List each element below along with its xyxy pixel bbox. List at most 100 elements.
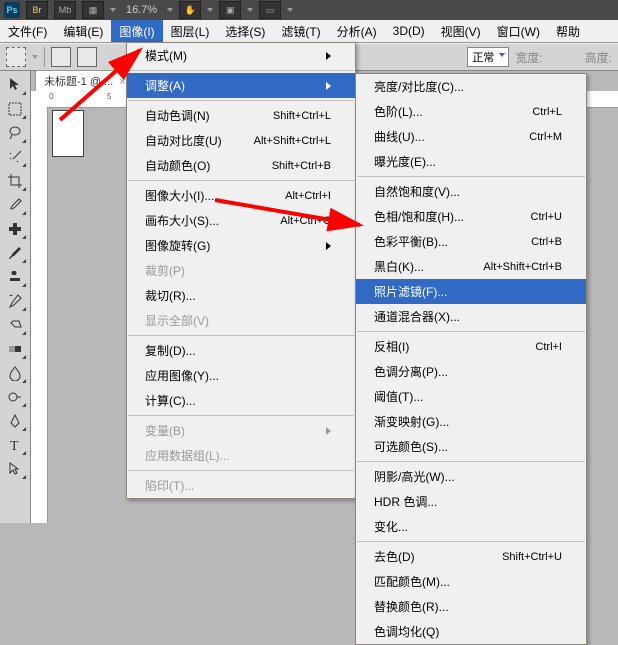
menu-apply-dataset: 应用数据组(L)... <box>127 443 355 468</box>
menu-brightness-contrast[interactable]: 亮度/对比度(C)... <box>356 74 586 99</box>
stamp-tool-icon[interactable] <box>3 266 27 288</box>
menu-shadows-highlights[interactable]: 阴影/高光(W)... <box>356 464 586 489</box>
menu-hue-sat[interactable]: 色相/饱和度(H)...Ctrl+U <box>356 204 586 229</box>
menu-auto-tone[interactable]: 自动色调(N)Shift+Ctrl+L <box>127 103 355 128</box>
dodge-tool-icon[interactable] <box>3 386 27 408</box>
mb-icon[interactable]: Mb <box>54 1 76 19</box>
menu-invert[interactable]: 反相(I)Ctrl+I <box>356 334 586 359</box>
document-canvas[interactable] <box>53 111 83 156</box>
drop-icon[interactable] <box>110 8 116 12</box>
menu-apply-image[interactable]: 应用图像(Y)... <box>127 363 355 388</box>
menu-file[interactable]: 文件(F) <box>0 20 55 42</box>
crop-tool-icon[interactable] <box>3 170 27 192</box>
eyedropper-tool-icon[interactable] <box>3 194 27 216</box>
menu-layer[interactable]: 图层(L) <box>163 20 218 42</box>
menu-exposure[interactable]: 曝光度(E)... <box>356 149 586 174</box>
screen-icon[interactable]: ▭ <box>259 1 281 19</box>
ruler-origin[interactable] <box>31 91 48 108</box>
gradient-tool-icon[interactable] <box>3 338 27 360</box>
menu-canvas-size[interactable]: 画布大小(S)...Alt+Ctrl+C <box>127 208 355 233</box>
separator <box>357 541 585 542</box>
menu-photo-filter[interactable]: 照片滤镜(F)... <box>356 279 586 304</box>
lasso-tool-icon[interactable] <box>3 122 27 144</box>
menu-3d[interactable]: 3D(D) <box>385 20 433 42</box>
hand-icon[interactable]: ✋ <box>179 1 201 19</box>
menu-adjustments[interactable]: 调整(A) <box>127 73 355 98</box>
bridge-icon[interactable]: Br <box>26 1 48 19</box>
menu-posterize[interactable]: 色调分离(P)... <box>356 359 586 384</box>
menu-calculations[interactable]: 计算(C)... <box>127 388 355 413</box>
menu-auto-color[interactable]: 自动颜色(O)Shift+Ctrl+B <box>127 153 355 178</box>
blur-tool-icon[interactable] <box>3 362 27 384</box>
pen-tool-icon[interactable] <box>3 410 27 432</box>
separator <box>128 415 354 416</box>
marquee-preset-icon[interactable] <box>6 47 26 67</box>
separator <box>357 331 585 332</box>
submenu-arrow-icon <box>326 82 331 90</box>
brush-tool-icon[interactable] <box>3 242 27 264</box>
menu-hdr-toning[interactable]: HDR 色调... <box>356 489 586 514</box>
menu-filter[interactable]: 滤镜(T) <box>273 20 328 42</box>
menu-edit[interactable]: 编辑(E) <box>55 20 111 42</box>
path-sel-icon[interactable] <box>3 458 27 480</box>
menu-replace-color[interactable]: 替换颜色(R)... <box>356 594 586 619</box>
height-label: 高度: <box>585 49 612 66</box>
menu-help[interactable]: 帮助 <box>548 20 588 42</box>
eraser-tool-icon[interactable] <box>3 314 27 336</box>
preset-drop-icon[interactable] <box>32 55 38 59</box>
menu-mode[interactable]: 模式(M) <box>127 43 355 68</box>
menu-view[interactable]: 视图(V) <box>433 20 489 42</box>
toolbox: T <box>0 71 31 523</box>
svg-text:T: T <box>10 439 19 453</box>
wand-tool-icon[interactable] <box>3 146 27 168</box>
document-tab[interactable]: 未标题-1 @ ...× <box>35 70 135 91</box>
marquee-tool-icon[interactable] <box>3 98 27 120</box>
menu-vibrance[interactable]: 自然饱和度(V)... <box>356 179 586 204</box>
menu-variations[interactable]: 变化... <box>356 514 586 539</box>
ruler-vertical <box>31 107 48 523</box>
history-brush-icon[interactable] <box>3 290 27 312</box>
menu-desaturate[interactable]: 去色(D)Shift+Ctrl+U <box>356 544 586 569</box>
type-tool-icon[interactable]: T <box>3 434 27 456</box>
menu-trim[interactable]: 裁切(R)... <box>127 283 355 308</box>
separator <box>128 70 354 71</box>
menu-image-size[interactable]: 图像大小(I)...Alt+Ctrl+I <box>127 183 355 208</box>
add-sel-icon[interactable] <box>77 47 97 67</box>
submenu-arrow-icon <box>326 242 331 250</box>
menu-crop: 裁剪(P) <box>127 258 355 283</box>
arrange-icon[interactable]: ▣ <box>219 1 241 19</box>
menu-selective-color[interactable]: 可选颜色(S)... <box>356 434 586 459</box>
menu-window[interactable]: 窗口(W) <box>489 20 548 42</box>
separator <box>128 100 354 101</box>
menu-auto-contrast[interactable]: 自动对比度(U)Alt+Shift+Ctrl+L <box>127 128 355 153</box>
viewgrid-icon[interactable]: ▦ <box>82 1 104 19</box>
new-sel-icon[interactable] <box>51 47 71 67</box>
heal-tool-icon[interactable] <box>3 218 27 240</box>
menu-curves[interactable]: 曲线(U)...Ctrl+M <box>356 124 586 149</box>
move-tool-icon[interactable] <box>3 74 27 96</box>
title-bar: Ps Br Mb ▦ 16.7% ✋ ▣ ▭ <box>0 0 618 20</box>
close-tab-icon[interactable]: × <box>119 76 125 88</box>
menu-image-rotation[interactable]: 图像旋转(G) <box>127 233 355 258</box>
separator <box>128 180 354 181</box>
menu-color-balance[interactable]: 色彩平衡(B)...Ctrl+B <box>356 229 586 254</box>
blend-mode-select[interactable]: 正常 <box>467 47 509 67</box>
menu-gradient-map[interactable]: 渐变映射(G)... <box>356 409 586 434</box>
menu-equalize[interactable]: 色调均化(Q) <box>356 619 586 644</box>
menu-duplicate[interactable]: 复制(D)... <box>127 338 355 363</box>
width-label: 宽度: <box>515 49 542 66</box>
menu-channel-mixer[interactable]: 通道混合器(X)... <box>356 304 586 329</box>
zoom-value[interactable]: 16.7% <box>126 4 157 16</box>
drop-icon[interactable] <box>247 8 253 12</box>
menu-threshold[interactable]: 阈值(T)... <box>356 384 586 409</box>
menu-levels[interactable]: 色阶(L)...Ctrl+L <box>356 99 586 124</box>
drop-icon[interactable] <box>167 8 173 12</box>
drop-icon[interactable] <box>287 8 293 12</box>
menu-match-color[interactable]: 匹配颜色(M)... <box>356 569 586 594</box>
menu-black-white[interactable]: 黑白(K)...Alt+Shift+Ctrl+B <box>356 254 586 279</box>
menu-image[interactable]: 图像(I) <box>111 20 162 42</box>
menu-analysis[interactable]: 分析(A) <box>329 20 385 42</box>
drop-icon[interactable] <box>207 8 213 12</box>
menu-select[interactable]: 选择(S) <box>217 20 273 42</box>
ps-logo-icon: Ps <box>4 2 20 18</box>
